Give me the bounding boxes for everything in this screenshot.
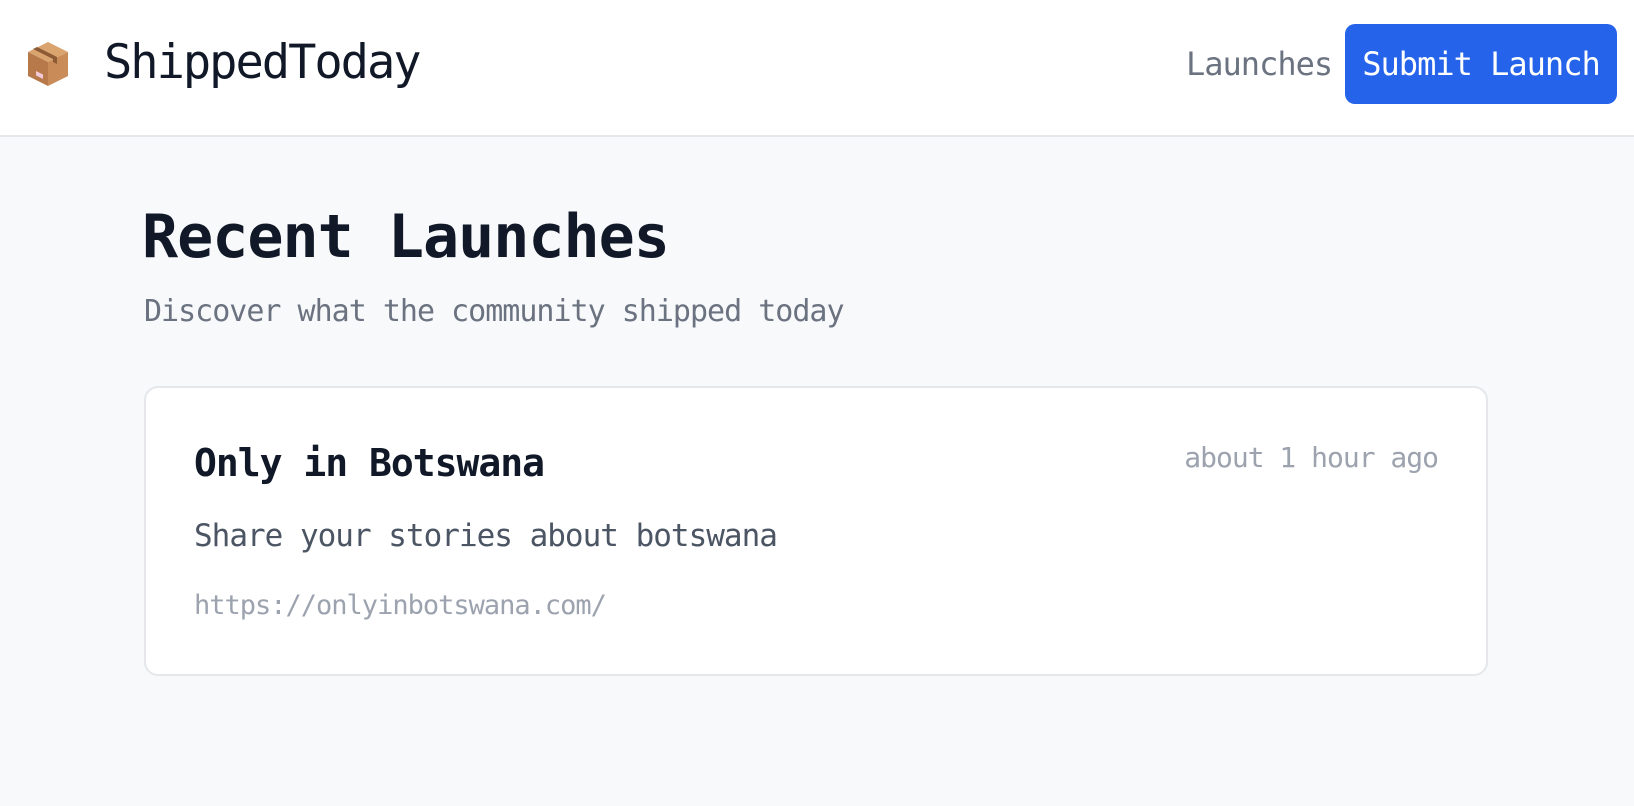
brand-name[interactable]: ShippedToday [104, 32, 422, 94]
launch-title[interactable]: Only in Botswana [194, 438, 545, 488]
launch-url-link[interactable]: https://onlyinbotswana.com/ [194, 588, 607, 624]
nav-launches-link[interactable]: Launches [1186, 44, 1333, 84]
launch-card[interactable]: Only in Botswana about 1 hour ago Share … [144, 386, 1488, 676]
package-box-icon [28, 42, 68, 86]
page-title: Recent Launches [142, 202, 670, 272]
site-header: ShippedToday Launches Submit Launch [0, 0, 1634, 137]
launch-timestamp: about 1 hour ago [1184, 441, 1439, 474]
launch-description: Share your stories about botswana [194, 518, 778, 554]
submit-launch-button[interactable]: Submit Launch [1345, 24, 1617, 104]
page-subtitle: Discover what the community shipped toda… [144, 294, 845, 329]
